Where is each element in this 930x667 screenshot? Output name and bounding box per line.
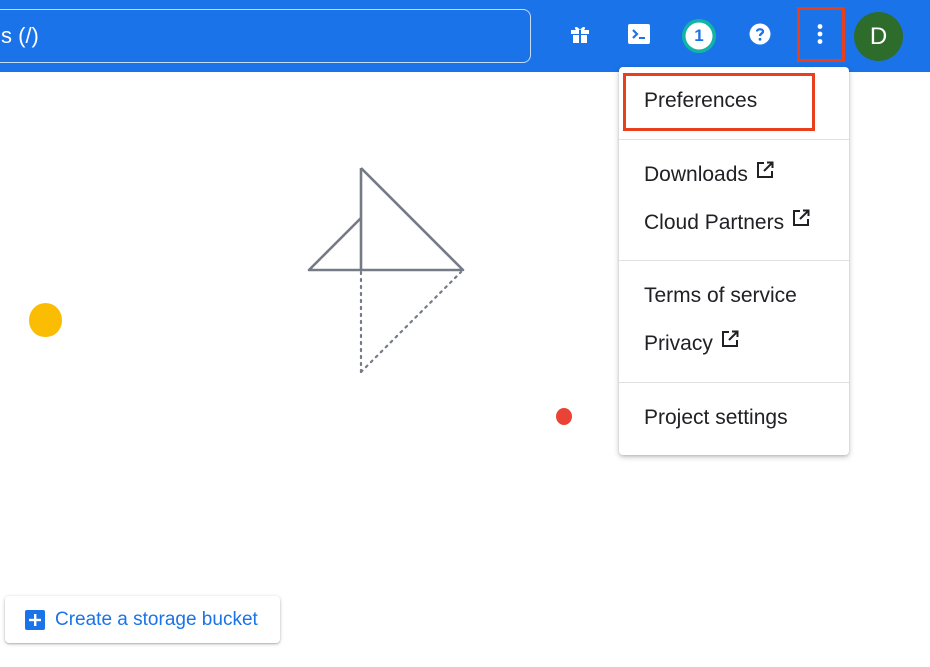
gift-icon — [568, 22, 592, 51]
help-icon — [748, 22, 772, 51]
menu-divider — [619, 382, 849, 383]
empty-state-illustration — [300, 160, 475, 380]
open-in-new-icon — [792, 197, 810, 245]
menu-item-label: Terms of service — [644, 284, 797, 307]
menu-item-label: Cloud Partners — [644, 211, 785, 234]
top-app-bar: s (/) 1 D — [0, 0, 930, 72]
cloud-shell-button[interactable] — [617, 14, 661, 58]
add-box-icon — [25, 609, 45, 630]
terminal-icon — [627, 22, 651, 51]
menu-item-downloads[interactable]: Downloads — [619, 151, 849, 199]
preferences-highlight — [623, 73, 815, 131]
menu-item-label: Privacy — [644, 332, 713, 355]
menu-item-privacy[interactable]: Privacy — [619, 320, 849, 368]
notification-count: 1 — [694, 26, 704, 45]
decorative-yellow-dot — [29, 303, 62, 337]
search-input[interactable]: s (/) — [0, 9, 531, 63]
menu-divider — [619, 139, 849, 140]
help-button[interactable] — [738, 14, 782, 58]
gift-button[interactable] — [558, 14, 602, 58]
decorative-red-dot — [556, 408, 572, 425]
more-options-highlight — [797, 7, 845, 62]
menu-item-label: Downloads — [644, 163, 748, 186]
menu-item-terms-of-service[interactable]: Terms of service — [619, 272, 849, 320]
open-in-new-icon — [721, 318, 739, 366]
notifications-button[interactable]: 1 — [677, 14, 721, 58]
menu-item-label: Project settings — [644, 406, 788, 429]
account-avatar[interactable]: D — [854, 12, 903, 61]
create-storage-bucket-button[interactable]: Create a storage bucket — [5, 596, 280, 643]
menu-item-cloud-partners[interactable]: Cloud Partners — [619, 199, 849, 247]
menu-item-project-settings[interactable]: Project settings — [619, 394, 849, 442]
create-storage-bucket-label: Create a storage bucket — [55, 608, 258, 630]
open-in-new-icon — [756, 149, 774, 197]
menu-divider — [619, 260, 849, 261]
